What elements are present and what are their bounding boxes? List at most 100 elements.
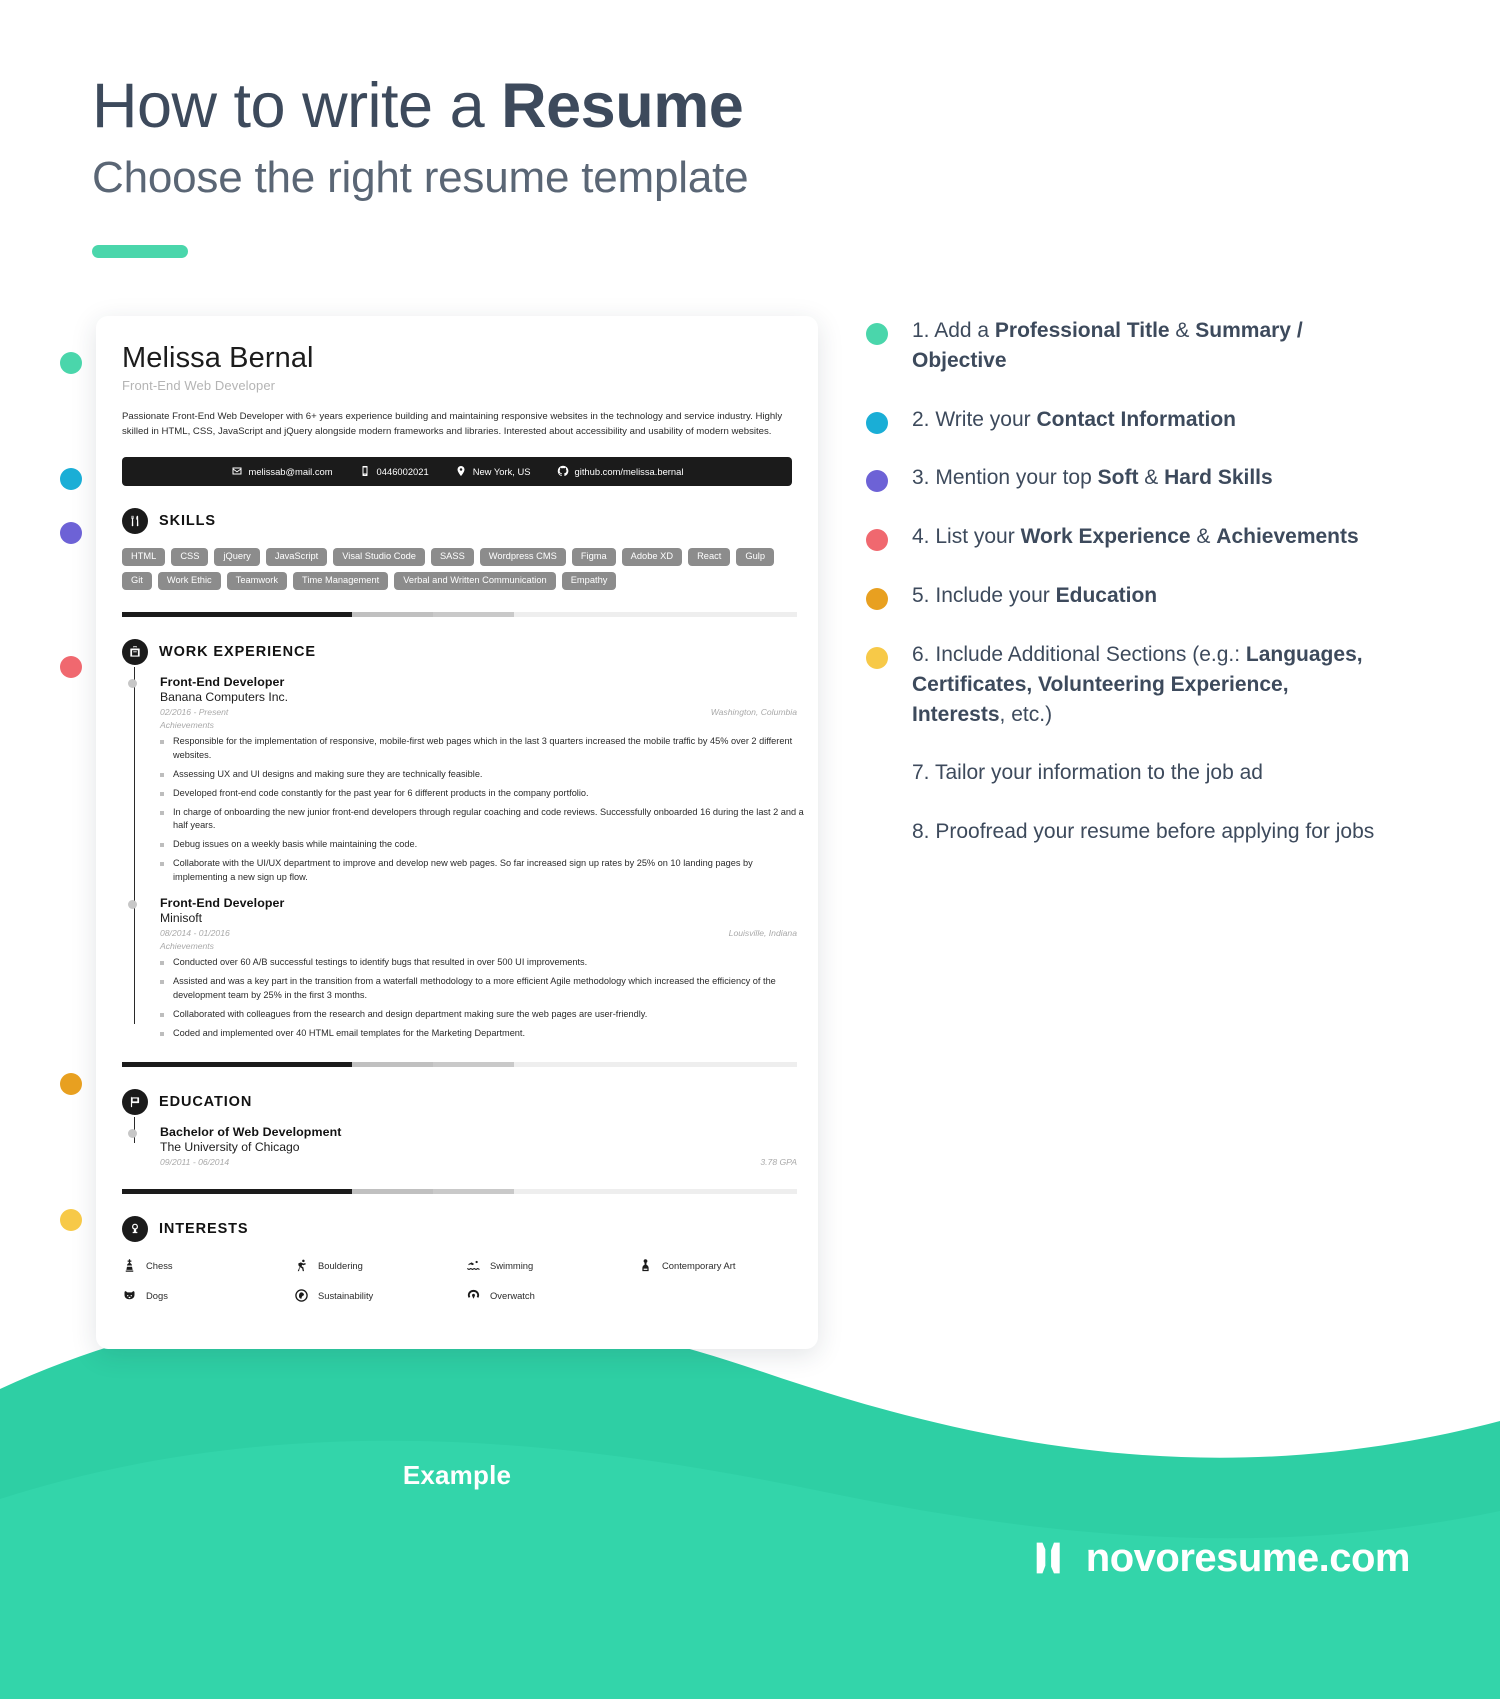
- step-text-plain: Tailor your information to the job ad: [934, 761, 1263, 785]
- contact-item[interactable]: New York, US: [455, 465, 531, 477]
- step-item-8: 8. Proofread your resume before applying…: [866, 817, 1386, 847]
- interest-label: Sustainability: [318, 1290, 374, 1302]
- step-item-4: 4. List your Work Experience & Achieveme…: [866, 522, 1386, 552]
- left-marker-dot-1: [60, 352, 82, 374]
- step-item-7: 7. Tailor your information to the job ad: [866, 758, 1386, 788]
- left-marker-dot-2: [60, 468, 82, 490]
- page-title-plain: How to write a: [92, 71, 502, 141]
- achievement-item: Coded and implemented over 40 HTML email…: [160, 1027, 805, 1041]
- interests-icon: [122, 1216, 148, 1243]
- step-item-6: 6. Include Additional Sections (e.g.: La…: [866, 640, 1386, 729]
- step-item-2: 2. Write your Contact Information: [866, 405, 1386, 435]
- entry-location: Washington, Columbia: [710, 707, 797, 718]
- step-text-bold: Soft: [1097, 466, 1139, 490]
- step-text-8: 8. Proofread your resume before applying…: [912, 817, 1386, 847]
- achievement-item: Collaborate with the UI/UX department to…: [160, 857, 805, 885]
- achievement-item: Collaborated with colleagues from the re…: [160, 1008, 805, 1022]
- infographic-page: How to write a Resume Choose the right r…: [0, 0, 1500, 1699]
- flag-icon: [122, 1089, 148, 1116]
- step-number: 4.: [912, 525, 936, 549]
- timeline-dot: [128, 900, 137, 910]
- step-dot-6: [866, 646, 888, 669]
- achievement-item: Assisted and was a key part in the trans…: [160, 975, 805, 1003]
- section-divider-3: [122, 1189, 797, 1195]
- section-header-education: EDUCATION: [122, 1089, 792, 1116]
- entry-gpa: 3.78 GPA: [760, 1157, 797, 1168]
- brand-name: novoresume.com: [1085, 1535, 1411, 1580]
- interest-label: Contemporary Art: [662, 1260, 736, 1272]
- interest-label: Swimming: [490, 1260, 534, 1272]
- work-entry: Front-End Developer Minisoft 08/2014 - 01/…: [128, 896, 797, 1040]
- achievement-list: Conducted over 60 A/B successful testing…: [160, 956, 792, 1040]
- swimming-icon: [466, 1258, 481, 1273]
- skill-tag: Git: [122, 572, 152, 591]
- resume-summary: Passionate Front-End Web Developer with …: [122, 411, 783, 437]
- skill-tag: Work Ethic: [157, 572, 221, 591]
- novoresume-n-icon: [1030, 1535, 1076, 1581]
- step-text-plain: Include your: [935, 584, 1056, 608]
- interest-item: Overwatch: [466, 1288, 638, 1303]
- step-text-plain: Mention your top: [935, 466, 1098, 490]
- page-subtitle: Choose the right resume template: [92, 153, 749, 203]
- achievements-label: Achievements: [160, 720, 214, 731]
- section-header-work: WORK EXPERIENCE: [122, 639, 792, 666]
- step-dot-5: [866, 588, 888, 611]
- step-number: 2.: [912, 407, 936, 431]
- contact-item[interactable]: 0446002021: [359, 465, 429, 477]
- step-text-plain: Proofread your resume before applying fo…: [935, 820, 1375, 844]
- work-entry: Front-End Developer Banana Computers Inc.…: [128, 675, 804, 884]
- school-name: The University of Chicago: [160, 1140, 300, 1155]
- interest-item: Bouldering: [294, 1258, 466, 1273]
- section-divider-1: [122, 612, 797, 618]
- step-text-6: 6. Include Additional Sections (e.g.: La…: [912, 640, 1386, 729]
- step-text-bold: Work Experience: [1020, 525, 1191, 549]
- github-icon: [557, 465, 569, 477]
- degree-title: Bachelor of Web Development: [160, 1125, 342, 1140]
- section-title-work: WORK EXPERIENCE: [159, 644, 316, 661]
- entry-meta: 08/2014 - 01/2016 Louisville, Indiana: [160, 928, 797, 938]
- step-dot-4: [866, 529, 888, 552]
- step-text-plain: , etc.): [999, 702, 1053, 726]
- job-title: Front-End Developer: [160, 675, 285, 690]
- achievement-list: Responsible for the implementation of re…: [160, 735, 804, 884]
- chess-icon: [122, 1258, 137, 1273]
- step-dot-3: [866, 470, 888, 493]
- step-text-bold: Contact Information: [1036, 407, 1237, 431]
- bouldering-icon: [294, 1258, 309, 1273]
- interest-item: Contemporary Art: [638, 1258, 810, 1273]
- skill-tag: JavaScript: [265, 547, 328, 567]
- page-header: How to write a Resume Choose the right r…: [92, 70, 749, 259]
- steps-list: 1. Add a Professional Title & Summary / …: [866, 316, 1386, 876]
- step-text-bold: Professional Title: [994, 319, 1170, 342]
- step-number: 7.: [912, 761, 935, 785]
- achievement-item: In charge of onboarding the new junior f…: [160, 806, 805, 834]
- entry-location: Louisville, Indiana: [728, 928, 797, 939]
- accent-rule: [92, 245, 188, 259]
- interest-label: Overwatch: [490, 1290, 535, 1302]
- step-text-5: 5. Include your Education: [912, 581, 1386, 611]
- step-text-bold: Education: [1055, 584, 1158, 608]
- page-title: How to write a Resume: [92, 70, 748, 142]
- brand-logo: novoresume.com: [1030, 1535, 1411, 1581]
- skill-tag: Wordpress CMS: [479, 547, 566, 567]
- location-pin-icon: [455, 465, 467, 477]
- resume-card: Melissa Bernal Front-End Web Developer P…: [96, 316, 818, 1349]
- skill-tag: Time Management: [293, 572, 389, 591]
- left-marker-dot-5: [60, 1073, 82, 1095]
- step-text-1: 1. Add a Professional Title & Summary / …: [912, 316, 1386, 376]
- entry-date: 08/2014 - 01/2016: [160, 928, 230, 939]
- skill-tag: React: [688, 547, 731, 567]
- section-title-interests: INTERESTS: [159, 1221, 249, 1238]
- contact-item[interactable]: github.com/melissa.bernal: [557, 465, 683, 477]
- step-item-5: 5. Include your Education: [866, 581, 1386, 611]
- skill-tag: CSS: [171, 547, 209, 567]
- achievement-item: Developed front-end code constantly for …: [160, 787, 805, 801]
- achievement-item: Assessing UX and UI designs and making s…: [160, 768, 805, 782]
- contact-value: 0446002021: [376, 465, 429, 477]
- contact-item[interactable]: melissab@mail.com: [231, 465, 333, 477]
- education-entry: Bachelor of Web Development The Universit…: [128, 1125, 797, 1167]
- page-title-bold: Resume: [501, 71, 744, 141]
- skill-tag: Empathy: [561, 572, 617, 591]
- achievement-item: Conducted over 60 A/B successful testing…: [160, 956, 805, 970]
- work-timeline: Front-End Developer Banana Computers Inc.…: [122, 667, 804, 1040]
